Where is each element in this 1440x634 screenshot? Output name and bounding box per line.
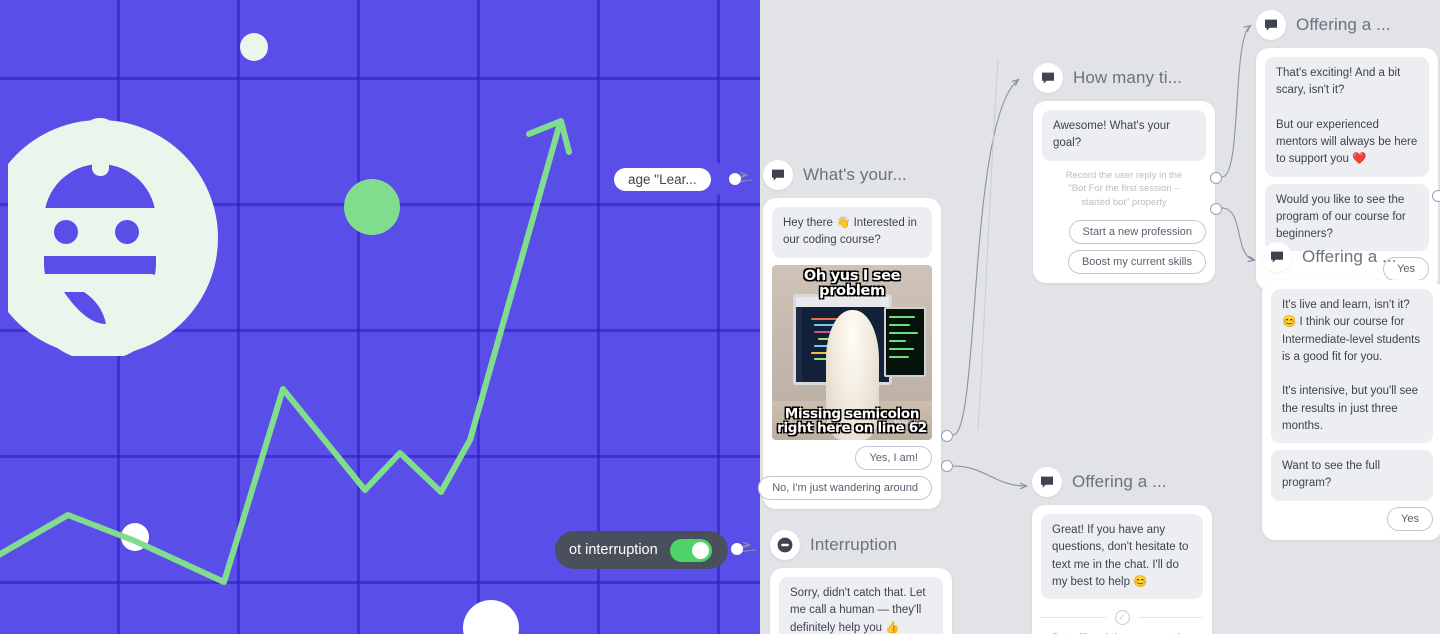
- node-card: Awesome! What's your goal? Record the us…: [1033, 101, 1215, 283]
- meme-top-text: Oh yus I see problem: [803, 267, 901, 299]
- quick-reply-no-wandering[interactable]: No, I'm just wandering around: [758, 475, 932, 500]
- message-bubble: Great! If you have any questions, don't …: [1041, 514, 1203, 599]
- message-bubble: That's exciting! And a bit scary, isn't …: [1265, 57, 1429, 177]
- message-bubble: Sorry, didn't catch that. Let me call a …: [779, 577, 943, 634]
- node-how-many-times[interactable]: How many ti... Awesome! What's your goal…: [1033, 63, 1215, 283]
- meme-monitor-side: [884, 306, 926, 377]
- node-header: Offering a ...: [1262, 242, 1440, 272]
- node-title: Offering a ...: [1296, 15, 1391, 34]
- chip-keyword-label: age "Lear...: [614, 167, 711, 191]
- node-card: Great! If you have any questions, don't …: [1032, 505, 1212, 634]
- output-port-start-new-profession[interactable]: [1210, 172, 1222, 184]
- node-card: Hey there 👋 Interested in our coding cou…: [758, 198, 941, 509]
- end-divider: ✓: [1041, 610, 1203, 625]
- chat-bubble-icon: [1033, 63, 1063, 93]
- node-offering-end[interactable]: Offering a ... Great! If you have any qu…: [1032, 467, 1212, 634]
- meme-watermark: Make a Meme: [894, 419, 929, 426]
- node-header: Offering a ...: [1032, 467, 1212, 497]
- output-port-yes-i-am[interactable]: [941, 430, 953, 442]
- message-bubble: It's live and learn, isn't it? 😊 I think…: [1271, 289, 1433, 443]
- node-title: Offering a ...: [1072, 472, 1167, 491]
- quick-reply-row: Boost my current skills: [1042, 249, 1206, 274]
- chat-bubble-icon: [1262, 242, 1292, 272]
- message-bubble: Want to see the full program?: [1271, 450, 1433, 501]
- block-minus-icon: [770, 530, 800, 560]
- node-title: Interruption: [810, 535, 898, 554]
- chip-bot-interruption[interactable]: ot interruption: [555, 531, 728, 569]
- chat-bubble-icon: [1256, 10, 1286, 40]
- node-card: Sorry, didn't catch that. Let me call a …: [770, 568, 952, 634]
- chat-bubble-icon: [763, 160, 793, 190]
- interruption-toggle[interactable]: [669, 538, 712, 562]
- node-title: Offering a ...: [1302, 247, 1397, 266]
- check-circle-icon: ✓: [1114, 610, 1130, 625]
- quick-reply-row: Yes: [1271, 506, 1433, 531]
- quick-reply-row: No, I'm just wandering around: [758, 475, 932, 500]
- divider-right: [1137, 617, 1203, 618]
- meme-image: Oh yus I see problem Missing semicolon r…: [772, 264, 932, 440]
- node-header: Offering a ...: [1256, 10, 1438, 40]
- node-card: It's live and learn, isn't it? 😊 I think…: [1262, 280, 1440, 540]
- chat-bubble-icon: [1032, 467, 1062, 497]
- node-title: How many ti...: [1073, 68, 1183, 87]
- toggle-knob: [691, 541, 709, 559]
- node-title: What's your...: [803, 165, 907, 184]
- property-hint: Record the user reply in the “Bot For th…: [1065, 169, 1183, 209]
- message-bubble: Hey there 👋 Interested in our coding cou…: [772, 207, 932, 258]
- chip-keyword-trigger[interactable]: age "Lear...: [600, 160, 727, 198]
- output-port-beginner-yes[interactable]: [1432, 190, 1440, 202]
- quick-reply-boost-current-skills[interactable]: Boost my current skills: [1067, 249, 1206, 274]
- node-whats-your[interactable]: What's your... Hey there 👋 Interested in…: [758, 160, 941, 509]
- node-header: Interruption: [770, 530, 952, 560]
- node-header: How many ti...: [1033, 63, 1215, 93]
- chip-interruption-output-port[interactable]: [731, 543, 743, 555]
- flow-builder-screen: What's your... Hey there 👋 Interested in…: [0, 0, 1440, 634]
- quick-reply-yes[interactable]: Yes: [1387, 506, 1433, 531]
- quick-reply-start-new-profession[interactable]: Start a new profession: [1068, 219, 1206, 244]
- message-bubble: Awesome! What's your goal?: [1042, 110, 1206, 161]
- chip-interruption-label: ot interruption: [569, 542, 658, 558]
- node-interruption[interactable]: Interruption Sorry, didn't catch that. L…: [770, 530, 952, 634]
- node-offering-intermediate[interactable]: Offering a ... It's live and learn, isn'…: [1262, 242, 1440, 540]
- output-port-boost-current-skills[interactable]: [1210, 203, 1222, 215]
- divider-left: [1041, 617, 1107, 618]
- node-header: What's your...: [763, 160, 941, 190]
- chip-keyword-output-port[interactable]: [729, 173, 741, 185]
- quick-reply-yes-i-am[interactable]: Yes, I am!: [855, 445, 932, 470]
- quick-reply-row: Yes, I am!: [772, 445, 932, 470]
- quick-reply-row: Start a new profession: [1042, 219, 1206, 244]
- output-port-no-wandering[interactable]: [941, 460, 953, 472]
